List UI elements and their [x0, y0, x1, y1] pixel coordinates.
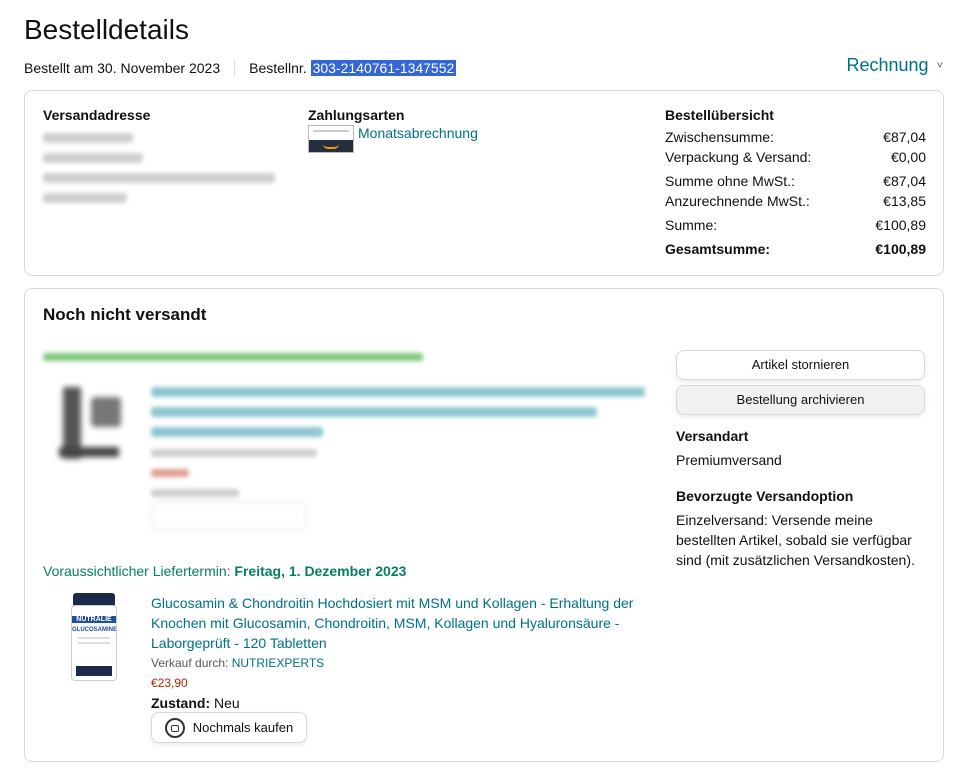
order-date: Bestellt am 30. November 2023 — [24, 60, 221, 76]
order-meta: Bestellt am 30. November 2023 Bestellnr.… — [24, 60, 457, 76]
product-image[interactable]: NUTRALIE GLUCOSAMINE — [69, 593, 119, 683]
delivery-date-redacted — [43, 353, 423, 361]
summary-row: Summe ohne MwSt.: €87,04 — [665, 173, 926, 189]
summary-row: Summe: €100,89 — [665, 217, 926, 233]
payment-heading: Zahlungsarten — [308, 107, 405, 123]
overview-heading: Bestellübersicht — [665, 107, 774, 123]
buy-again-redacted — [151, 501, 307, 531]
shipping-address-redacted — [43, 133, 293, 203]
payment-method-link[interactable]: Monatsabrechnung — [358, 125, 478, 141]
grand-total-row: Gesamtsumme: €100,89 — [665, 241, 926, 257]
seller-line: Verkauf durch: NUTRIEXPERTS — [151, 656, 325, 670]
divider — [234, 60, 236, 76]
invoice-label[interactable]: Rechnung — [846, 55, 928, 76]
product-price: €23,90 — [151, 676, 188, 690]
page-title: Bestelldetails — [24, 14, 189, 45]
order-summary-box: Versandadresse Zahlungsarten Monatsabrec… — [24, 90, 944, 276]
delivery-estimate: Voraussichtlicher Liefertermin: Freitag,… — [43, 563, 407, 579]
summary-row: Verpackung & Versand: €0,00 — [665, 149, 926, 165]
order-number-label: Bestellnr. — [249, 60, 307, 76]
reorder-icon — [164, 717, 185, 738]
condition-redacted — [151, 489, 239, 497]
seller-redacted — [151, 449, 317, 457]
archive-order-button[interactable]: Bestellung archivieren — [676, 385, 925, 415]
seller-link[interactable]: NUTRIEXPERTS — [232, 656, 324, 670]
preferred-option-text: Einzelversand: Versende meine bestellten… — [676, 512, 915, 568]
condition-line: Zustand: Neu — [151, 695, 240, 711]
order-number: 303-2140761-1347552 — [310, 60, 457, 76]
product-title-redacted — [151, 387, 645, 437]
preferred-option-heading: Bevorzugte Versandoption — [676, 488, 854, 504]
shipment-title: Noch nicht versandt — [43, 305, 207, 324]
payment-card-icon — [308, 125, 354, 153]
shipment-box: Noch nicht versandt Voraussichtlicher Li… — [24, 288, 944, 762]
invoice-dropdown[interactable]: Rechnung ˅ — [846, 55, 943, 76]
shipping-type-heading: Versandart — [676, 428, 749, 444]
product-title-link[interactable]: Glucosamin & Chondroitin Hochdosiert mit… — [151, 593, 651, 653]
product-image-redacted — [51, 381, 131, 467]
summary-row: Zwischensumme: €87,04 — [665, 129, 926, 145]
buy-again-button[interactable]: Nochmals kaufen — [151, 712, 307, 743]
shipping-address-heading: Versandadresse — [43, 107, 151, 123]
chevron-down-icon[interactable]: ˅ — [937, 60, 943, 72]
cancel-items-button[interactable]: Artikel stornieren — [676, 350, 925, 380]
price-redacted — [151, 469, 189, 477]
summary-row: Anzurechnende MwSt.: €13,85 — [665, 193, 926, 209]
shipping-type-value: Premiumversand — [676, 452, 782, 468]
